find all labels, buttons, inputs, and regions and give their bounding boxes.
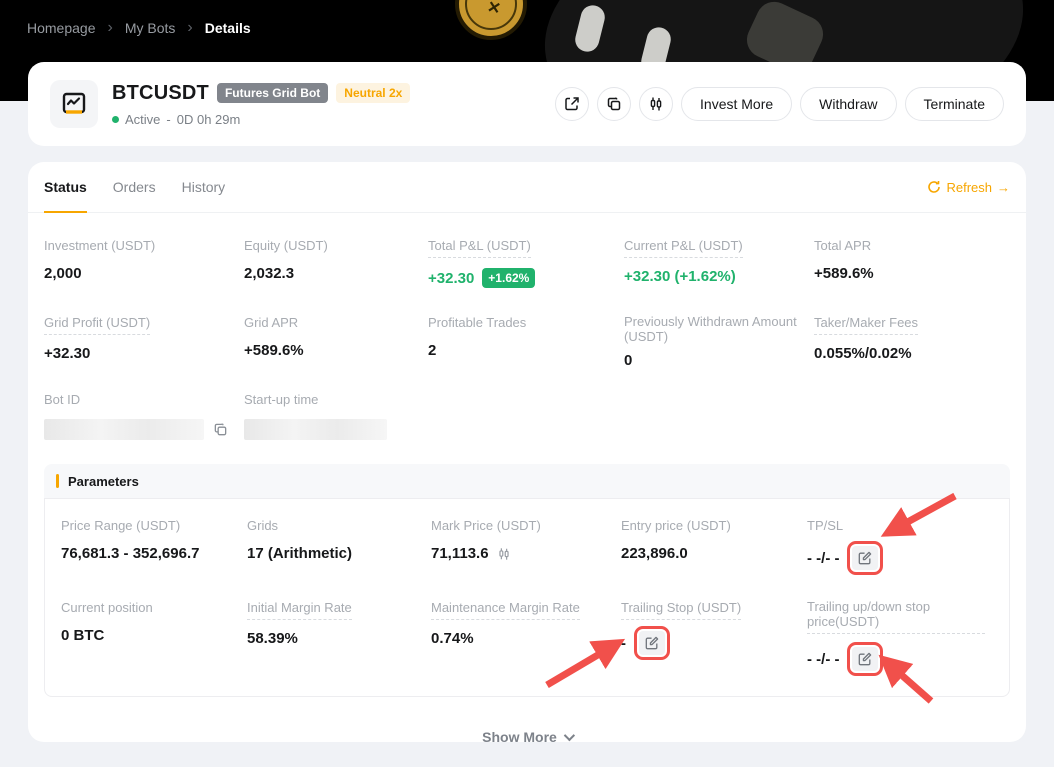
param-maintenance-margin: Maintenance Margin Rate 0.74%	[431, 599, 621, 676]
withdraw-button[interactable]: Withdraw	[800, 87, 896, 121]
stat-equity: Equity (USDT) 2,032.3	[244, 237, 428, 288]
stat-total-pnl: Total P&L (USDT) +32.30 +1.62%	[428, 237, 624, 288]
terminate-button[interactable]: Terminate	[905, 87, 1004, 121]
share-button[interactable]	[555, 87, 589, 121]
breadcrumb: Homepage › My Bots › Details	[27, 20, 251, 36]
tab-status[interactable]: Status	[44, 162, 87, 212]
stat-fees: Taker/Maker Fees 0.055%/0.02%	[814, 314, 1010, 369]
param-trailing-updown: Trailing up/down stop price(USDT) - -/- …	[807, 599, 993, 676]
stat-profitable-trades: Profitable Trades 2	[428, 314, 624, 369]
stat-grid-profit: Grid Profit (USDT) +32.30	[44, 314, 244, 369]
candlestick-icon	[648, 96, 664, 112]
annotation-highlight-box	[847, 642, 883, 676]
stat-bot-id: Bot ID	[44, 391, 244, 440]
copy-bot-button[interactable]	[597, 87, 631, 121]
param-price-range: Price Range (USDT) 76,681.3 - 352,696.7	[61, 517, 247, 575]
pnl-percent-badge: +1.62%	[482, 268, 535, 288]
runtime-text: 0D 0h 29m	[177, 112, 241, 127]
arrow-right-icon: →	[997, 180, 1010, 195]
copy-icon	[606, 96, 622, 112]
tab-bar: Status Orders History Refresh →	[28, 162, 1026, 213]
edit-icon	[858, 551, 872, 565]
tab-history[interactable]: History	[182, 162, 226, 212]
param-initial-margin: Initial Margin Rate 58.39%	[247, 599, 431, 676]
parameters-title: Parameters	[68, 474, 139, 489]
edit-trailing-updown-button[interactable]	[852, 647, 878, 671]
grid-bot-icon	[50, 80, 98, 128]
stats-section: Investment (USDT) 2,000 Equity (USDT) 2,…	[28, 213, 1026, 440]
refresh-link[interactable]: Refresh →	[927, 162, 1010, 212]
breadcrumb-my-bots[interactable]: My Bots	[125, 20, 176, 36]
tab-orders[interactable]: Orders	[113, 162, 156, 212]
show-more-button[interactable]: Show More	[28, 729, 1026, 742]
param-grids: Grids 17 (Arithmetic)	[247, 517, 431, 575]
parameters-section: Parameters Price Range (USDT) 76,681.3 -…	[44, 464, 1010, 697]
bot-pair-title: BTCUSDT	[112, 82, 209, 105]
share-icon	[564, 96, 580, 112]
stat-total-apr: Total APR +589.6%	[814, 237, 1010, 288]
invest-more-button[interactable]: Invest More	[681, 87, 792, 121]
chevron-down-icon	[564, 730, 575, 741]
param-tp-sl: TP/SL - -/- -	[807, 517, 993, 575]
annotation-highlight-box	[634, 626, 670, 660]
refresh-icon	[927, 180, 941, 194]
breadcrumb-homepage[interactable]: Homepage	[27, 20, 96, 36]
edit-icon	[645, 636, 659, 650]
breadcrumb-details: Details	[205, 20, 251, 36]
gold-coin-graphic: ✕	[455, 0, 527, 40]
edit-icon	[858, 652, 872, 666]
startup-time-redacted-value	[244, 419, 387, 440]
candlestick-icon[interactable]	[497, 546, 511, 562]
bot-type-badge: Futures Grid Bot	[217, 83, 328, 103]
stat-investment: Investment (USDT) 2,000	[44, 237, 244, 288]
chart-button[interactable]	[639, 87, 673, 121]
copy-icon	[213, 422, 228, 437]
bot-details-card: Status Orders History Refresh → Investme…	[28, 162, 1026, 742]
param-trailing-stop: Trailing Stop (USDT) -	[621, 599, 807, 676]
param-entry-price: Entry price (USDT) 223,896.0	[621, 517, 807, 575]
param-current-position: Current position 0 BTC	[61, 599, 247, 676]
bot-id-redacted-value	[44, 419, 204, 440]
stat-current-pnl: Current P&L (USDT) +32.30 (+1.62%)	[624, 237, 814, 288]
status-text: Active	[125, 112, 160, 127]
copy-bot-id-button[interactable]	[213, 422, 228, 437]
edit-tp-sl-button[interactable]	[852, 546, 878, 570]
chevron-right-icon: ›	[108, 21, 113, 35]
status-dot	[112, 116, 119, 123]
bot-leverage-badge: Neutral 2x	[336, 83, 410, 103]
stat-withdrawn-amount: Previously Withdrawn Amount (USDT) 0	[624, 314, 814, 369]
stat-startup-time: Start-up time	[244, 391, 428, 440]
stat-grid-apr: Grid APR +589.6%	[244, 314, 428, 369]
chevron-right-icon: ›	[187, 21, 192, 35]
param-mark-price: Mark Price (USDT) 71,113.6	[431, 517, 621, 575]
edit-trailing-stop-button[interactable]	[639, 631, 665, 655]
annotation-highlight-box	[847, 541, 883, 575]
status-separator: -	[166, 112, 170, 127]
bot-header-card: BTCUSDT Futures Grid Bot Neutral 2x Acti…	[28, 62, 1026, 146]
section-accent-bar	[56, 474, 59, 488]
bot-status-row: Active - 0D 0h 29m	[112, 112, 410, 127]
